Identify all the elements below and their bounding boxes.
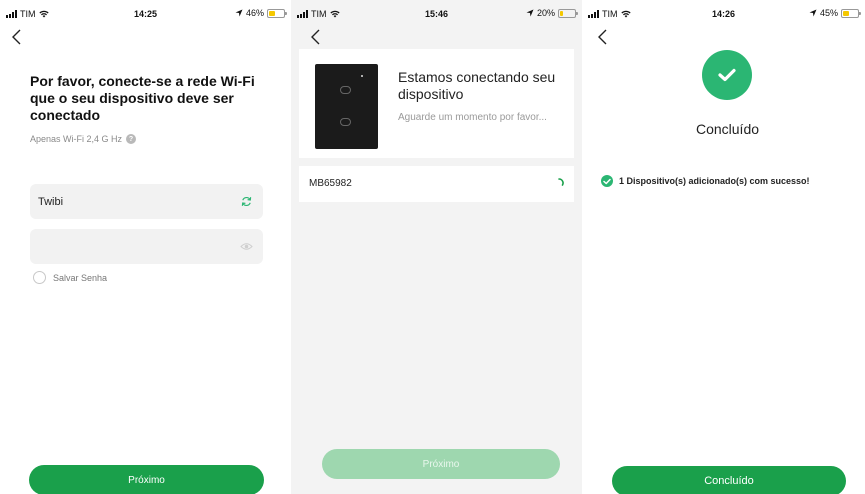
password-field[interactable] xyxy=(30,229,263,264)
ssid-input[interactable] xyxy=(38,184,228,219)
save-password-label: Salvar Senha xyxy=(53,272,108,283)
connecting-card: Estamos conectando seu dispositivo Aguar… xyxy=(299,49,574,158)
done-button[interactable]: Concluído xyxy=(612,466,846,494)
location-icon xyxy=(235,9,243,17)
device-row: MB65982 xyxy=(299,166,574,202)
eye-icon[interactable] xyxy=(240,240,253,253)
device-image xyxy=(315,64,378,149)
refresh-icon[interactable] xyxy=(240,195,253,208)
success-message: 1 Dispositivo(s) adicionado(s) com suces… xyxy=(601,175,810,187)
next-button[interactable]: Próximo xyxy=(29,465,264,494)
spinner-icon xyxy=(558,178,564,186)
battery-fill xyxy=(843,10,849,16)
save-password-option[interactable]: Salvar Senha xyxy=(33,271,107,284)
save-password-radio[interactable] xyxy=(33,271,46,284)
status-right: 20% xyxy=(526,8,578,18)
next-button-disabled[interactable]: Próximo xyxy=(322,449,560,479)
status-bar: TIM 14:26 45% xyxy=(582,0,865,26)
battery-fill xyxy=(269,10,275,16)
page-title: Concluído xyxy=(695,121,760,137)
success-text: 1 Dispositivo(s) adicionado(s) com suces… xyxy=(619,176,810,186)
device-switch-bottom xyxy=(340,118,351,126)
battery-percent: 46% xyxy=(245,8,264,18)
password-input[interactable] xyxy=(38,229,228,264)
check-icon xyxy=(601,175,613,187)
battery-percent: 45% xyxy=(819,8,838,18)
question-icon[interactable]: ? xyxy=(126,134,137,144)
back-chevron-icon[interactable] xyxy=(594,28,612,46)
success-check-icon xyxy=(702,50,752,100)
battery-icon xyxy=(841,8,861,18)
battery-fill xyxy=(560,10,563,16)
connecting-screen: TIM 15:46 20% Estamos conectando seu dis… xyxy=(291,0,582,494)
wait-text: Aguarde um momento por favor... xyxy=(398,112,547,123)
battery-icon xyxy=(558,8,578,18)
page-title: Por favor, conecte-se a rede Wi-Fi que o… xyxy=(30,73,255,123)
check-icon xyxy=(718,68,736,82)
completed-screen: TIM 14:26 45% Concluído 1 Dispositivo(s)… xyxy=(582,0,865,494)
location-icon xyxy=(526,9,534,17)
back-chevron-icon[interactable] xyxy=(307,28,325,46)
battery-icon xyxy=(267,8,287,18)
ssid-field[interactable] xyxy=(30,184,263,219)
device-name: MB65982 xyxy=(309,178,352,189)
connecting-heading: Estamos conectando seu dispositivo xyxy=(398,69,556,102)
back-chevron-icon[interactable] xyxy=(8,28,26,46)
status-bar: TIM 14:25 46% xyxy=(0,0,291,26)
status-bar: TIM 15:46 20% xyxy=(291,0,582,26)
location-icon xyxy=(809,9,817,17)
status-right: 46% xyxy=(235,8,287,18)
status-right: 45% xyxy=(809,8,861,18)
wifi-hint: Apenas Wi-Fi 2,4 G Hz ? xyxy=(30,134,137,144)
battery-percent: 20% xyxy=(536,8,555,18)
wifi-hint-text: Apenas Wi-Fi 2,4 G Hz xyxy=(30,134,123,144)
device-led xyxy=(361,75,363,77)
wifi-setup-screen: TIM 14:25 46% Por favor, conecte-se a re… xyxy=(0,0,291,494)
device-switch-top xyxy=(340,86,351,94)
